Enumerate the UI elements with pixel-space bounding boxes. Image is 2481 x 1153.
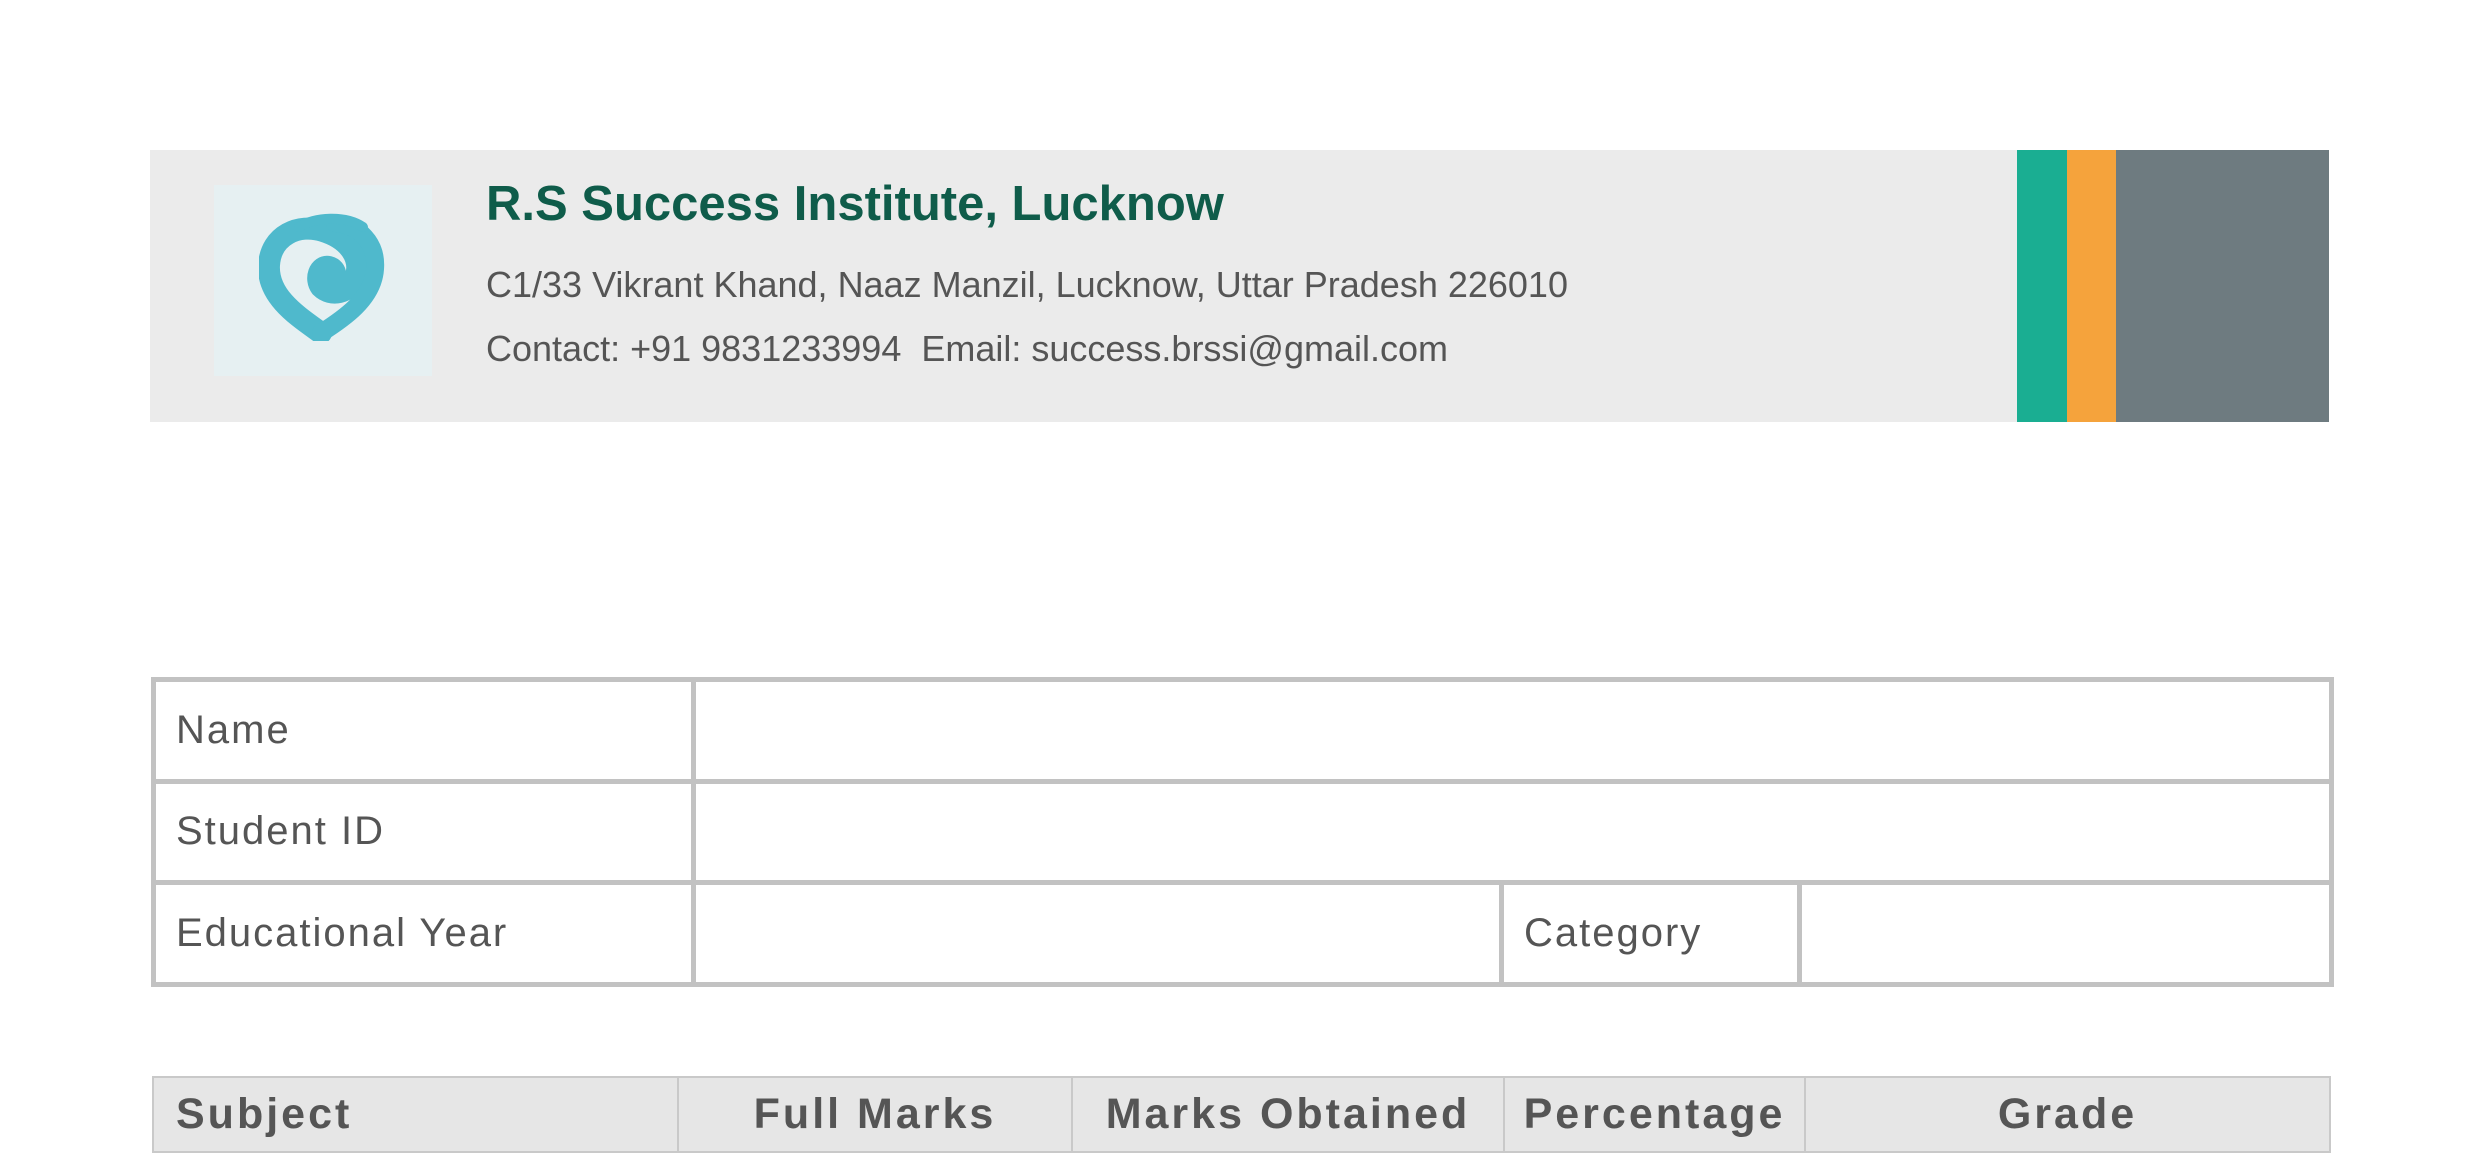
- institute-address: C1/33 Vikrant Khand, Naaz Manzil, Luckno…: [486, 264, 1568, 305]
- educational-year-field[interactable]: [691, 880, 1504, 987]
- category-label: Category: [1499, 880, 1802, 987]
- educational-year-label: Educational Year: [151, 880, 696, 987]
- column-header-subject: Subject: [152, 1076, 679, 1153]
- grey-stripe: [2116, 150, 2329, 422]
- marks-table-header: Subject Full Marks Marks Obtained Percen…: [152, 1076, 2331, 1153]
- student-info-table: Name Student ID Educational Year Categor…: [151, 677, 2335, 987]
- column-header-grade: Grade: [1804, 1076, 2331, 1153]
- orange-stripe: [2067, 150, 2116, 422]
- institute-name: R.S Success Institute, Lucknow: [486, 177, 1224, 231]
- name-row: Name: [151, 677, 2335, 784]
- student-id-field[interactable]: [690, 778, 2335, 886]
- category-field[interactable]: [1796, 880, 2335, 987]
- name-label: Name: [151, 677, 696, 784]
- educational-year-row: Educational Year Category: [151, 880, 2335, 987]
- column-header-full-marks: Full Marks: [677, 1076, 1073, 1153]
- column-header-percentage: Percentage: [1503, 1076, 1806, 1153]
- student-id-label: Student ID: [151, 778, 696, 886]
- logo: [214, 185, 432, 376]
- student-id-row: Student ID: [151, 778, 2335, 886]
- institute-contact: Contact: +91 9831233994 Email: success.b…: [486, 328, 1449, 369]
- marks-table: Subject Full Marks Marks Obtained Percen…: [152, 1076, 2331, 1153]
- teal-stripe: [2017, 150, 2067, 422]
- heart-swirl-logo-icon: [259, 213, 385, 341]
- name-field[interactable]: [690, 677, 2335, 784]
- column-header-marks-obtained: Marks Obtained: [1071, 1076, 1505, 1153]
- institute-header: R.S Success Institute, Lucknow C1/33 Vik…: [150, 150, 2329, 422]
